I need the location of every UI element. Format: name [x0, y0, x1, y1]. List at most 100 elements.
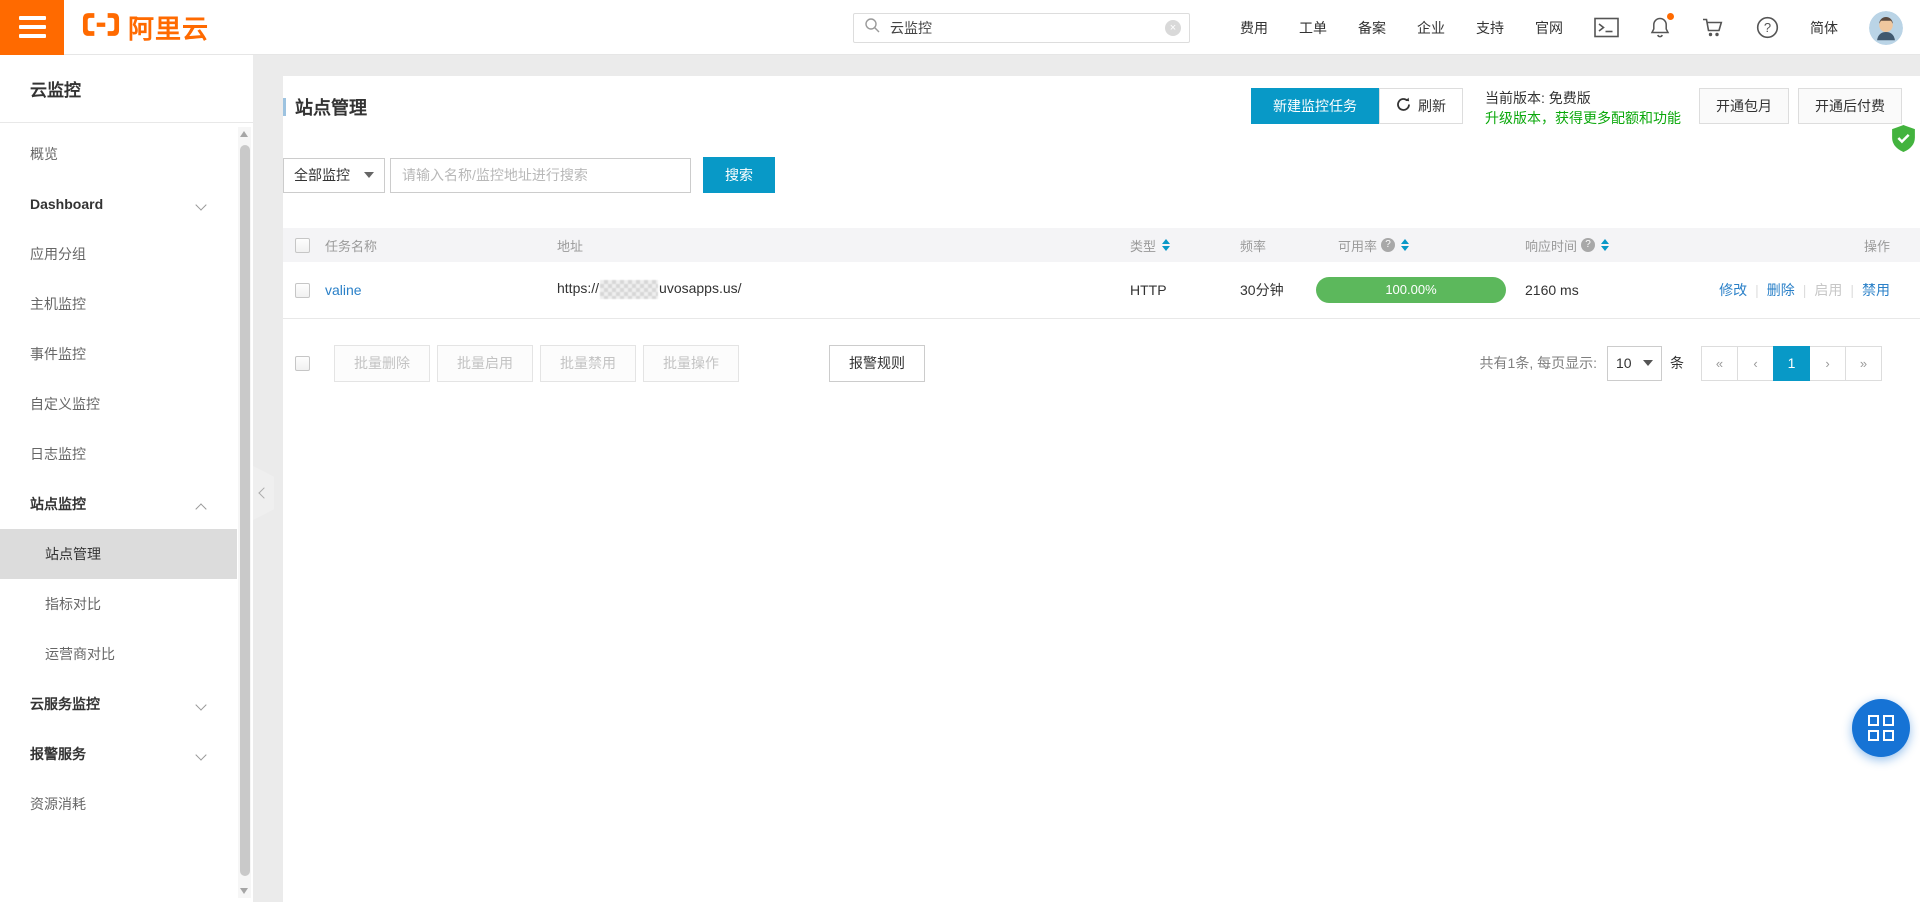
sidebar-item-event-monitoring[interactable]: 事件监控 — [0, 329, 237, 379]
refresh-button[interactable]: 刷新 — [1379, 88, 1463, 124]
create-monitor-task-button[interactable]: 新建监控任务 — [1251, 88, 1379, 124]
disable-action[interactable]: 禁用 — [1862, 282, 1890, 298]
table-footer: 批量删除 批量启用 批量禁用 批量操作 报警规则 共有1条, 每页显示: 10 … — [283, 345, 1920, 382]
sidebar-scrollbar[interactable] — [238, 127, 251, 898]
help-icon[interactable]: ? — [1756, 16, 1779, 39]
col-task-name: 任务名称 — [325, 228, 557, 262]
sidebar-collapse-handle[interactable] — [253, 466, 274, 520]
first-page-button[interactable]: « — [1701, 346, 1738, 381]
page-title: 站点管理 — [295, 94, 367, 120]
scroll-up-arrow-icon[interactable] — [240, 131, 248, 137]
console-terminal-icon[interactable] — [1594, 17, 1619, 38]
scroll-down-arrow-icon[interactable] — [240, 888, 248, 894]
unit-label: 条 — [1670, 353, 1684, 373]
nav-enterprise[interactable]: 企业 — [1417, 18, 1445, 38]
security-shield-icon[interactable] — [1890, 124, 1917, 158]
sidebar-group-cloud-service-monitoring[interactable]: 云服务监控 — [0, 679, 237, 729]
nav-official-site[interactable]: 官网 — [1535, 18, 1563, 38]
aliyun-logo[interactable]: 阿里云 — [82, 9, 209, 46]
upgrade-link[interactable]: 升级版本，获得更多配额和功能 — [1485, 108, 1681, 128]
scrollbar-thumb[interactable] — [240, 145, 250, 876]
current-version-text: 当前版本: 免费版 — [1485, 88, 1681, 108]
topbar-right-nav: 费用 工单 备案 企业 支持 官网 — [1240, 0, 1903, 55]
col-address: 地址 — [557, 228, 1130, 262]
sidebar-item-resource-consumption[interactable]: 资源消耗 — [0, 779, 237, 829]
sidebar-menu: 概览 Dashboard 应用分组 主机监控 事件监控 自定义监控 日志监控 站… — [0, 123, 237, 829]
notification-bell-icon[interactable] — [1650, 16, 1670, 39]
chevron-left-icon — [258, 487, 269, 498]
chevron-down-icon — [195, 749, 206, 760]
page-header: 站点管理 新建监控任务 刷新 当前版本: 免费版 升级版本，获得更多配额和功能 … — [283, 76, 1920, 128]
prev-page-button[interactable]: ‹ — [1737, 346, 1774, 381]
last-page-button[interactable]: » — [1845, 346, 1882, 381]
nav-billing[interactable]: 费用 — [1240, 18, 1268, 38]
monitor-type-select[interactable]: 全部监控 — [283, 158, 385, 193]
global-search-input[interactable]: 云监控 — [853, 13, 1190, 43]
task-name-link[interactable]: valine — [325, 282, 362, 298]
task-type: HTTP — [1130, 262, 1223, 318]
total-count-text: 共有1条, 每页显示: — [1480, 353, 1597, 373]
sidebar-item-host-monitoring[interactable]: 主机监控 — [0, 279, 237, 329]
nav-support[interactable]: 支持 — [1476, 18, 1504, 38]
sort-response-icon[interactable] — [1601, 239, 1609, 251]
sidebar-group-alarm-service[interactable]: 报警服务 — [0, 729, 237, 779]
logo-text: 阿里云 — [128, 9, 209, 46]
sidebar-group-dashboard[interactable]: Dashboard — [0, 179, 237, 229]
batch-delete-button: 批量删除 — [334, 345, 430, 382]
title-accent-bar — [283, 98, 286, 116]
batch-enable-button: 批量启用 — [437, 345, 533, 382]
refresh-icon — [1396, 97, 1411, 115]
clear-search-icon[interactable] — [1165, 20, 1181, 36]
quick-apps-floating-button[interactable] — [1852, 699, 1910, 757]
edit-action[interactable]: 修改 — [1719, 282, 1747, 298]
sidebar-item-carrier-comparison[interactable]: 运营商对比 — [0, 629, 237, 679]
current-page-button[interactable]: 1 — [1773, 346, 1810, 381]
user-avatar[interactable] — [1869, 11, 1903, 45]
aliyun-bracket-icon — [82, 11, 120, 43]
select-all-checkbox[interactable] — [295, 238, 310, 253]
response-help-icon[interactable] — [1581, 238, 1595, 252]
locale-switcher[interactable]: 简体 — [1810, 18, 1838, 38]
pagination-area: 共有1条, 每页显示: 10 条 « ‹ 1 › » — [1480, 346, 1882, 381]
sidebar-item-overview[interactable]: 概览 — [0, 129, 237, 179]
row-actions: 修改|删除|启用|禁用 — [1706, 262, 1920, 318]
sidebar-group-site-monitoring[interactable]: 站点监控 — [0, 479, 237, 529]
delete-action[interactable]: 删除 — [1767, 282, 1795, 298]
footer-select-all-checkbox[interactable] — [295, 356, 310, 371]
col-type: 类型 — [1130, 228, 1223, 262]
caret-down-icon — [364, 172, 374, 183]
col-actions: 操作 — [1706, 228, 1920, 262]
search-query-text: 云监控 — [890, 18, 1165, 38]
sidebar-item-app-groups[interactable]: 应用分组 — [0, 229, 237, 279]
hamburger-menu-icon[interactable] — [0, 0, 64, 55]
nav-icp-filing[interactable]: 备案 — [1358, 18, 1386, 38]
next-page-button[interactable]: › — [1809, 346, 1846, 381]
task-frequency: 30分钟 — [1223, 262, 1316, 318]
chevron-down-icon — [195, 199, 206, 210]
sidebar-item-site-management[interactable]: 站点管理 — [0, 529, 237, 579]
sidebar-item-custom-monitoring[interactable]: 自定义监控 — [0, 379, 237, 429]
page-size-select[interactable]: 10 — [1607, 346, 1662, 381]
subscribe-monthly-button[interactable]: 开通包月 — [1699, 88, 1789, 124]
task-address: https://uvosapps.us/ — [557, 262, 1130, 318]
chevron-down-icon — [195, 699, 206, 710]
sidebar-item-log-monitoring[interactable]: 日志监控 — [0, 429, 237, 479]
availability-help-icon[interactable] — [1381, 238, 1395, 252]
row-checkbox[interactable] — [295, 283, 310, 298]
alarm-rules-button[interactable]: 报警规则 — [829, 345, 925, 382]
cart-icon[interactable] — [1701, 17, 1725, 38]
search-button[interactable]: 搜索 — [703, 157, 775, 193]
col-availability: 可用率 — [1316, 228, 1516, 262]
sort-availability-icon[interactable] — [1401, 239, 1409, 251]
grid-icon — [1868, 715, 1894, 741]
col-response-time: 响应时间 — [1516, 228, 1706, 262]
filter-row: 全部监控 搜索 — [283, 157, 1920, 193]
pay-as-you-go-button[interactable]: 开通后付费 — [1798, 88, 1902, 124]
batch-operate-button: 批量操作 — [643, 345, 739, 382]
chevron-up-icon — [195, 503, 206, 514]
sidebar-item-metric-comparison[interactable]: 指标对比 — [0, 579, 237, 629]
task-search-input[interactable] — [390, 158, 691, 193]
sort-type-icon[interactable] — [1162, 239, 1170, 251]
nav-tickets[interactable]: 工单 — [1299, 18, 1327, 38]
main-content: 站点管理 新建监控任务 刷新 当前版本: 免费版 升级版本，获得更多配额和功能 … — [283, 76, 1920, 902]
